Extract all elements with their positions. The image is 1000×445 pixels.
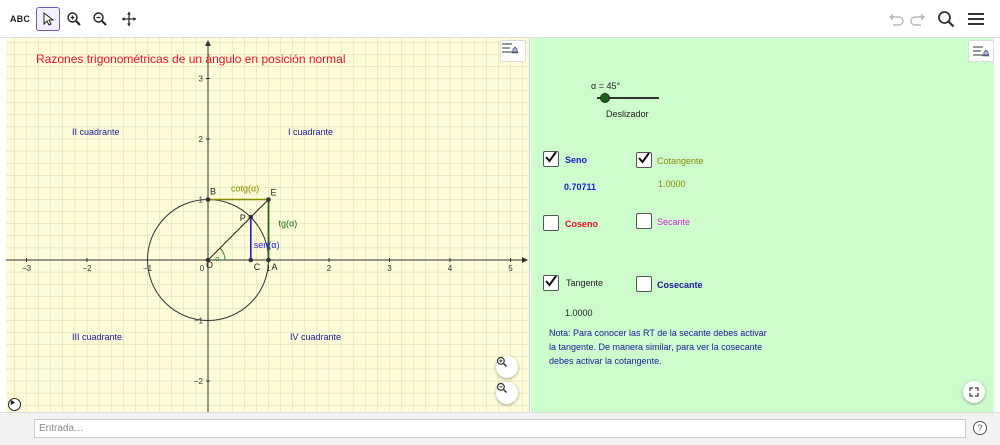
cosecante-checkbox[interactable] [636,276,652,292]
seno-label: Seno [565,155,588,165]
tangente-label: Tangente [566,278,604,288]
secante-checkbox[interactable] [636,213,652,229]
play-animation-button[interactable] [8,398,21,411]
help-icon: ? [977,423,983,433]
note-line-2: la tangente. De manera similar, para ver… [549,342,763,352]
x-tick-label: −3 [22,264,32,273]
tangente-value: 1.0000 [565,308,593,318]
cotangente-checkbox[interactable] [636,151,652,170]
point-a-label: A [272,262,278,272]
zoom-in-icon [67,12,81,26]
quadrant-4-label: IV cuadrante [290,332,342,342]
graphics-view[interactable]: −3 −2 −1 0 1 2 3 4 5 3 2 1 −1 −2 O A B C E Pcotg(α) tg(α) sen… [6,38,530,412]
secante-label: Secante [657,217,691,227]
style-bar-icon [973,46,990,57]
checkmark-icon [544,150,558,169]
zoom-out-tool-button[interactable] [88,7,112,31]
quadrant-1-label: I cuadrante [288,127,334,137]
input-bar: ? [0,412,1000,445]
graphics-title: Razones trigonométricas de un ángulo en … [36,52,346,66]
tangente-checkbox[interactable] [543,274,559,293]
zoom-out-button[interactable] [496,382,518,404]
cosecante-label: Cosecante [657,280,703,290]
abc-label: ABC [9,14,31,24]
cotangente-label: Cotangente [657,156,704,166]
note-line-1: Nota: Para conocer las RT de la secante … [549,328,767,338]
graphics-style-bar-button[interactable] [500,40,526,62]
geogebra-app: A B C −3 −2 −1 0 1 2 3 4 5 3 2 1 −1 −2 O A… [0,0,1000,445]
cotangent-label: cotg(α) [231,184,259,194]
quadrant-3-label: III cuadrante [72,332,123,342]
note-line-3: debes activar la cotangente. [549,356,662,366]
cursor-arrow-icon [43,11,55,26]
zoom-in-button[interactable] [496,356,518,378]
help-button[interactable]: ? [973,421,987,435]
panel-style-bar-button[interactable] [968,40,994,62]
x-tick-label: −2 [82,264,92,273]
toolbar: ABC [0,0,1000,38]
seno-checkbox[interactable] [543,150,559,169]
y-tick-label: −2 [194,377,204,386]
angle-arc [219,247,226,261]
point-p-label: P [240,213,246,223]
zoom-in-icon [496,356,508,368]
slider-caption: Deslizador [606,109,649,119]
main-menu-button[interactable] [964,7,988,31]
redo-button[interactable] [906,7,930,31]
move-view-tool-button[interactable] [117,7,141,31]
point-a [266,257,271,263]
menu-icon [968,13,984,25]
search-icon [938,11,955,28]
redo-icon [910,13,925,26]
point-b-label: B [210,187,216,197]
fullscreen-button[interactable] [963,381,985,403]
zoom-out-icon [496,382,508,394]
search-button[interactable] [934,7,958,31]
angle-label: α [215,256,219,263]
undo-icon [889,13,904,26]
y-tick-label: 2 [199,135,204,144]
x-tick-label: 2 [327,264,332,273]
tangent-label: tg(α) [279,219,298,229]
point-c-label: C [254,262,261,272]
x-tick-label: 5 [508,264,513,273]
point-o-label: O [206,260,213,270]
play-icon [10,399,16,406]
checkmark-icon [544,274,558,293]
algebra-panel: α = 45° Deslizador Seno 0.70711 Cotangen… [531,38,994,412]
point-e [266,197,271,202]
point-b [205,197,211,202]
y-tick-label: 3 [199,75,204,84]
move-tool-button[interactable] [36,7,60,31]
point-p [248,214,254,220]
zoom-in-tool-button[interactable] [62,7,86,31]
input-field[interactable] [34,419,966,438]
point-e-label: E [271,188,277,198]
undo-button[interactable] [884,7,908,31]
coseno-checkbox[interactable] [543,215,559,231]
move-arrows-icon [122,12,136,26]
y-axis-arrow [205,40,211,46]
checkmark-icon [637,151,651,170]
quadrant-2-label: II cuadrante [72,127,120,137]
x-tick-label: 0 [200,264,205,273]
fullscreen-icon [969,387,979,397]
angle-slider-knob[interactable] [599,93,610,103]
point-c [248,257,254,263]
radius-line [207,199,269,261]
cotangente-value: 1.0000 [658,179,686,189]
seno-value: 0.70711 [564,182,597,192]
slider-label: α = 45° [591,81,621,91]
sine-label: sen(α) [254,240,280,250]
x-tick-label: 3 [387,264,392,273]
x-axis-arrow [522,257,528,263]
y-tick-label: −1 [194,317,204,326]
zoom-out-icon [93,12,107,26]
x-tick-label: 4 [448,264,453,273]
graphics-canvas[interactable]: −3 −2 −1 0 1 2 3 4 5321−1−2O ABCEPcotg(α)tg(α)sen… [6,38,530,412]
text-tool-button[interactable]: ABC [8,7,32,31]
coseno-label: Coseno [565,219,599,229]
style-bar-icon [502,43,519,54]
